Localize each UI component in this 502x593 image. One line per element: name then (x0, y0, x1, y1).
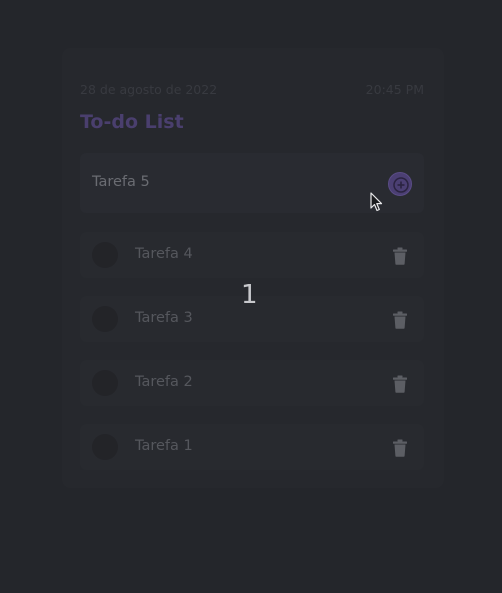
trash-icon[interactable] (392, 247, 408, 265)
mouse-pointer-icon (370, 192, 383, 212)
current-time: 20:45 PM (365, 82, 424, 97)
current-date: 28 de agosto de 2022 (80, 82, 218, 97)
task-label: Tarefa 4 (135, 246, 193, 262)
new-task-input[interactable]: Tarefa 5 (92, 174, 150, 190)
task-label: Tarefa 3 (135, 310, 193, 326)
app-screen: 28 de agosto de 2022 20:45 PM To-do List… (0, 0, 502, 593)
trash-icon[interactable] (392, 311, 408, 329)
add-task-button[interactable] (388, 172, 412, 196)
plus-icon (393, 177, 409, 193)
task-item: Tarefa 4 (80, 232, 424, 278)
trash-icon[interactable] (392, 439, 408, 457)
task-label: Tarefa 2 (135, 374, 193, 390)
page-title: To-do List (80, 111, 184, 133)
task-label: Tarefa 1 (135, 438, 193, 454)
task-checkbox[interactable] (92, 434, 118, 460)
task-checkbox[interactable] (92, 370, 118, 396)
trash-icon[interactable] (392, 375, 408, 393)
overlay-counter: 1 (241, 280, 258, 310)
task-checkbox[interactable] (92, 242, 118, 268)
task-item: Tarefa 2 (80, 360, 424, 406)
task-checkbox[interactable] (92, 306, 118, 332)
task-item: Tarefa 1 (80, 424, 424, 470)
